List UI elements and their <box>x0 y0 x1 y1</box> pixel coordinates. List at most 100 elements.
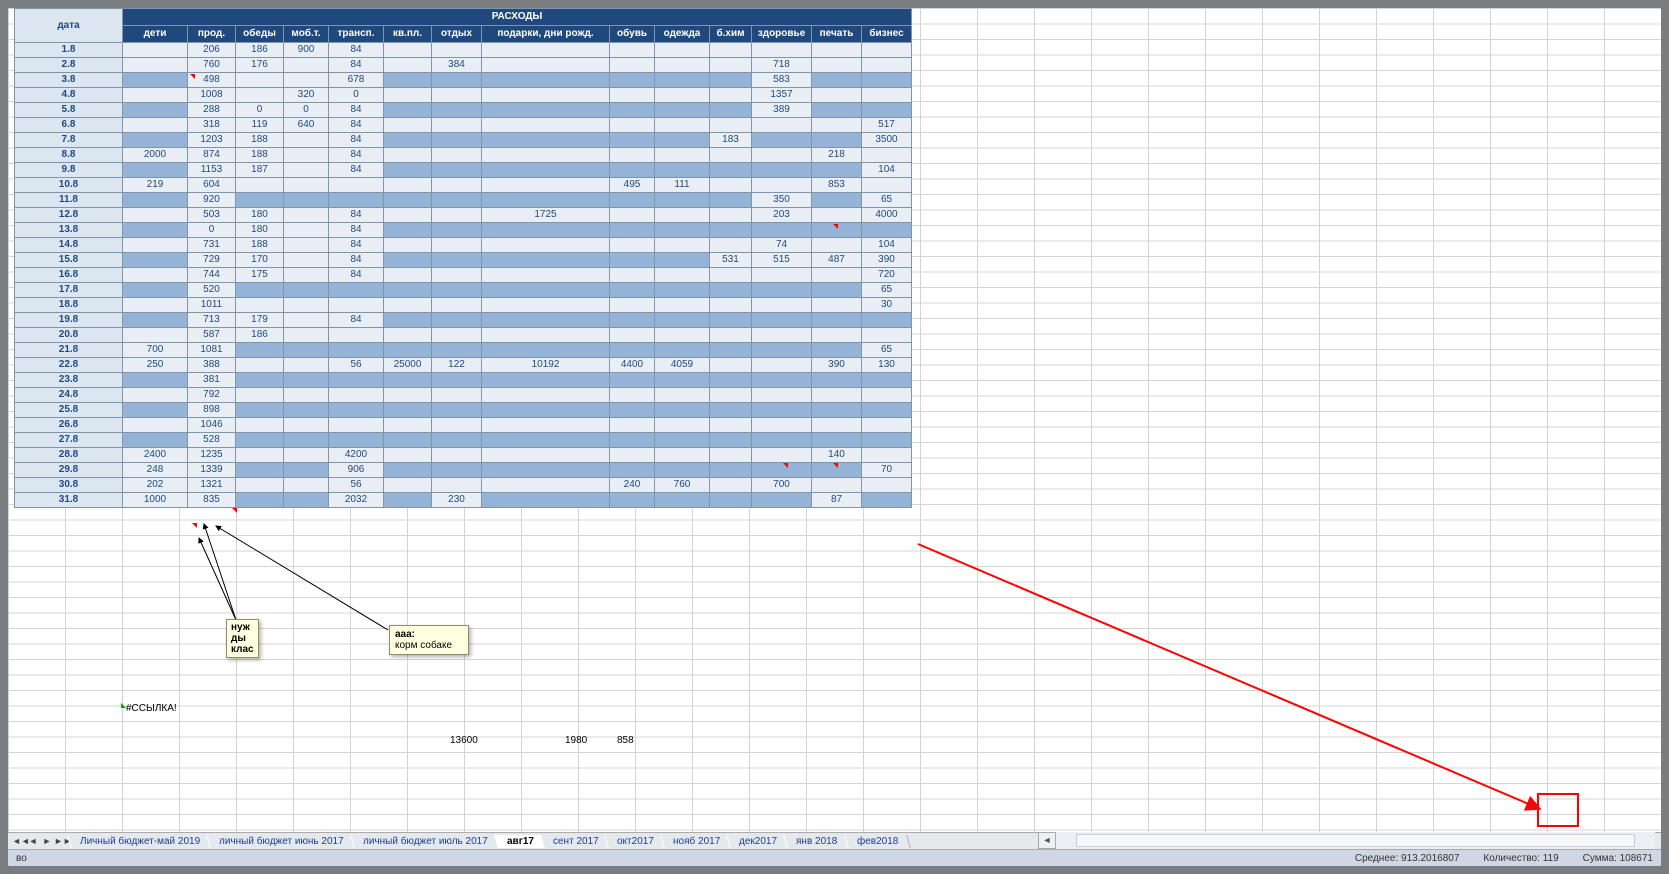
data-cell[interactable] <box>655 88 710 103</box>
data-cell[interactable] <box>812 58 862 73</box>
data-cell[interactable]: 30 <box>862 298 912 313</box>
data-cell[interactable] <box>862 388 912 403</box>
data-cell[interactable] <box>710 148 752 163</box>
data-cell[interactable]: 119 <box>236 118 284 133</box>
data-cell[interactable]: 288 <box>188 103 236 118</box>
data-cell[interactable] <box>432 298 482 313</box>
data-cell[interactable] <box>123 103 188 118</box>
table-row[interactable]: 21.8700108165 <box>15 343 912 358</box>
data-cell[interactable] <box>862 58 912 73</box>
data-cell[interactable] <box>384 253 432 268</box>
data-cell[interactable] <box>384 118 432 133</box>
data-cell[interactable]: 130 <box>862 358 912 373</box>
data-cell[interactable]: 84 <box>329 208 384 223</box>
data-cell[interactable] <box>329 343 384 358</box>
data-cell[interactable] <box>812 73 862 88</box>
data-cell[interactable] <box>236 493 284 508</box>
data-cell[interactable]: 900 <box>284 43 329 58</box>
data-cell[interactable]: 84 <box>329 163 384 178</box>
data-cell[interactable] <box>610 328 655 343</box>
data-cell[interactable]: 65 <box>862 283 912 298</box>
data-cell[interactable] <box>236 448 284 463</box>
data-cell[interactable] <box>710 58 752 73</box>
data-cell[interactable] <box>655 163 710 178</box>
data-cell[interactable] <box>236 478 284 493</box>
data-cell[interactable] <box>284 493 329 508</box>
data-cell[interactable] <box>862 73 912 88</box>
data-cell[interactable] <box>862 328 912 343</box>
data-cell[interactable]: 495 <box>610 178 655 193</box>
sheet-tab[interactable]: окт2017 <box>605 835 667 848</box>
data-cell[interactable]: 2000 <box>123 148 188 163</box>
data-cell[interactable]: 84 <box>329 58 384 73</box>
data-cell[interactable]: 230 <box>432 493 482 508</box>
data-cell[interactable]: 176 <box>236 58 284 73</box>
data-cell[interactable] <box>432 313 482 328</box>
tab-nav-first-icon[interactable]: ◄◄ <box>12 836 26 846</box>
table-row[interactable]: 18.8101130 <box>15 298 912 313</box>
data-cell[interactable] <box>482 388 610 403</box>
data-cell[interactable] <box>236 418 284 433</box>
data-cell[interactable]: 587 <box>188 328 236 343</box>
data-cell[interactable] <box>610 43 655 58</box>
sheet-tab[interactable]: Личный бюджет-май 2019 <box>67 835 213 848</box>
data-cell[interactable]: 188 <box>236 133 284 148</box>
data-cell[interactable]: 70 <box>862 463 912 478</box>
data-cell[interactable]: 384 <box>432 58 482 73</box>
data-cell[interactable] <box>812 208 862 223</box>
data-cell[interactable] <box>752 343 812 358</box>
data-cell[interactable] <box>862 103 912 118</box>
data-cell[interactable]: 179 <box>236 313 284 328</box>
table-row[interactable]: 15.872917084531515487390 <box>15 253 912 268</box>
col-header[interactable]: бизнес <box>862 26 912 43</box>
data-cell[interactable]: 74 <box>752 238 812 253</box>
table-row[interactable]: 22.825038856250001221019244004059390130 <box>15 358 912 373</box>
data-cell[interactable] <box>384 43 432 58</box>
data-cell[interactable]: 84 <box>329 253 384 268</box>
data-cell[interactable] <box>812 313 862 328</box>
data-cell[interactable] <box>123 328 188 343</box>
data-cell[interactable] <box>384 163 432 178</box>
data-cell[interactable] <box>482 493 610 508</box>
data-cell[interactable] <box>482 238 610 253</box>
data-cell[interactable]: 700 <box>123 343 188 358</box>
data-cell[interactable] <box>610 283 655 298</box>
data-cell[interactable]: 84 <box>329 103 384 118</box>
data-cell[interactable] <box>610 103 655 118</box>
data-cell[interactable] <box>752 268 812 283</box>
data-cell[interactable] <box>752 133 812 148</box>
data-cell[interactable] <box>384 73 432 88</box>
table-row[interactable]: 8.8200087418884218 <box>15 148 912 163</box>
data-cell[interactable] <box>284 253 329 268</box>
data-cell[interactable] <box>752 148 812 163</box>
table-row[interactable]: 29.8248133990670 <box>15 463 912 478</box>
data-cell[interactable] <box>123 433 188 448</box>
data-cell[interactable] <box>482 328 610 343</box>
data-cell[interactable] <box>329 403 384 418</box>
data-cell[interactable] <box>655 373 710 388</box>
data-cell[interactable]: 520 <box>188 283 236 298</box>
col-header[interactable]: б.хим <box>710 26 752 43</box>
data-cell[interactable] <box>284 373 329 388</box>
data-cell[interactable] <box>329 298 384 313</box>
data-cell[interactable] <box>610 88 655 103</box>
data-cell[interactable] <box>284 448 329 463</box>
data-cell[interactable] <box>123 283 188 298</box>
data-cell[interactable]: 700 <box>752 478 812 493</box>
data-cell[interactable] <box>752 118 812 133</box>
data-cell[interactable] <box>384 328 432 343</box>
data-cell[interactable] <box>284 268 329 283</box>
table-row[interactable]: 2.876017684384718 <box>15 58 912 73</box>
data-cell[interactable]: 248 <box>123 463 188 478</box>
data-cell[interactable] <box>710 73 752 88</box>
data-cell[interactable]: 898 <box>188 403 236 418</box>
data-cell[interactable]: 318 <box>188 118 236 133</box>
data-cell[interactable]: 381 <box>188 373 236 388</box>
data-cell[interactable] <box>284 463 329 478</box>
data-cell[interactable] <box>236 283 284 298</box>
data-cell[interactable]: 111 <box>655 178 710 193</box>
data-cell[interactable]: 188 <box>236 238 284 253</box>
data-cell[interactable] <box>482 73 610 88</box>
data-cell[interactable] <box>432 328 482 343</box>
data-cell[interactable] <box>329 283 384 298</box>
